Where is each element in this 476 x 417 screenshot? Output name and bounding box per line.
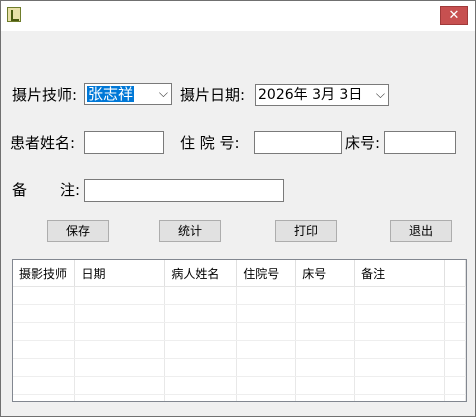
table-cell xyxy=(354,304,445,323)
table-cell xyxy=(354,340,445,359)
date-label: 摄片日期: xyxy=(180,86,246,104)
table-row[interactable] xyxy=(13,376,466,395)
table-cell xyxy=(444,376,466,395)
records-table[interactable]: 摄影技师 日期 病人姓名 住院号 床号 备注 xyxy=(12,259,467,402)
table-row[interactable] xyxy=(13,322,466,341)
table-cell xyxy=(74,358,166,377)
remark-label-char1: 备 xyxy=(12,181,28,199)
table-cell xyxy=(13,304,76,323)
table-cell xyxy=(295,340,356,359)
column-header-patient-name[interactable]: 病人姓名 xyxy=(164,260,238,287)
table-cell xyxy=(74,376,166,395)
table-cell xyxy=(236,394,297,401)
table-cell xyxy=(444,304,466,323)
table-cell xyxy=(164,322,238,341)
app-window: ✕ 摄片技师: 张志祥 ⌵ 摄片日期: 2026年 3月 3日 ⌵ 患者姓名: … xyxy=(0,0,476,417)
title-bar[interactable]: ✕ xyxy=(1,1,475,31)
table-cell xyxy=(295,376,356,395)
column-header-inpatient-no[interactable]: 住院号 xyxy=(236,260,297,287)
table-row[interactable] xyxy=(13,304,466,323)
inpatient-no-input[interactable] xyxy=(254,131,342,154)
chevron-down-icon: ⌵ xyxy=(158,86,168,100)
table-cell xyxy=(236,358,297,377)
table-cell xyxy=(236,286,297,305)
column-header-bed-no[interactable]: 床号 xyxy=(295,260,356,287)
table-cell xyxy=(74,304,166,323)
table-cell xyxy=(13,286,76,305)
bed-no-label: 床号: xyxy=(345,134,381,152)
patient-name-label: 患者姓名: xyxy=(10,134,76,152)
table-cell xyxy=(236,376,297,395)
app-icon xyxy=(7,7,21,22)
table-cell xyxy=(236,304,297,323)
table-cell xyxy=(74,394,166,401)
table-cell xyxy=(74,322,166,341)
exit-button[interactable]: 退出 xyxy=(390,220,452,242)
table-row[interactable] xyxy=(13,394,466,401)
table-cell xyxy=(74,340,166,359)
table-cell xyxy=(164,286,238,305)
tech-label: 摄片技师: xyxy=(12,86,78,104)
table-cell xyxy=(164,304,238,323)
table-cell xyxy=(295,358,356,377)
table-cell xyxy=(295,322,356,341)
table-row[interactable] xyxy=(13,286,466,305)
table-cell xyxy=(13,322,76,341)
table-cell xyxy=(354,286,445,305)
table-cell xyxy=(444,340,466,359)
tech-select-value: 张志祥 xyxy=(87,85,135,103)
column-header-technician[interactable]: 摄影技师 xyxy=(13,260,76,287)
table-cell xyxy=(74,286,166,305)
close-icon: ✕ xyxy=(448,8,460,23)
table-cell xyxy=(164,358,238,377)
table-cell xyxy=(444,358,466,377)
table-cell xyxy=(13,394,76,401)
column-header-filler xyxy=(444,260,466,287)
table-header-row: 摄影技师 日期 病人姓名 住院号 床号 备注 xyxy=(13,260,466,287)
table-cell xyxy=(354,376,445,395)
table-cell xyxy=(354,394,445,401)
table-cell xyxy=(444,286,466,305)
date-picker-value: 2026年 3月 3日 xyxy=(258,87,363,103)
stats-button[interactable]: 统计 xyxy=(159,220,221,242)
table-cell xyxy=(13,340,76,359)
remark-label-char2: 注: xyxy=(60,181,81,199)
table-cell xyxy=(236,340,297,359)
bed-no-input[interactable] xyxy=(384,131,456,154)
tech-select[interactable]: 张志祥 ⌵ xyxy=(84,83,172,105)
table-cell xyxy=(354,322,445,341)
table-cell xyxy=(13,376,76,395)
table-row[interactable] xyxy=(13,340,466,359)
table-cell xyxy=(295,304,356,323)
column-header-date[interactable]: 日期 xyxy=(74,260,166,287)
table-cell xyxy=(236,322,297,341)
table-cell xyxy=(295,394,356,401)
table-cell xyxy=(444,322,466,341)
print-button[interactable]: 打印 xyxy=(275,220,337,242)
table-cell xyxy=(164,394,238,401)
date-picker[interactable]: 2026年 3月 3日 ⌵ xyxy=(255,84,389,106)
table-cell xyxy=(444,394,466,401)
table-row[interactable] xyxy=(13,358,466,377)
table-cell xyxy=(164,376,238,395)
records-table-body: 摄影技师 日期 病人姓名 住院号 床号 备注 xyxy=(13,260,466,401)
table-cell xyxy=(164,340,238,359)
column-header-remark[interactable]: 备注 xyxy=(354,260,445,287)
close-button[interactable]: ✕ xyxy=(440,6,468,25)
table-cell xyxy=(295,286,356,305)
patient-name-input[interactable] xyxy=(84,131,164,154)
save-button[interactable]: 保存 xyxy=(47,220,109,242)
chevron-down-icon: ⌵ xyxy=(375,87,385,101)
table-cell xyxy=(354,358,445,377)
table-cell xyxy=(13,358,76,377)
inpatient-no-label: 住 院 号: xyxy=(180,134,240,152)
remark-input[interactable] xyxy=(84,179,284,202)
